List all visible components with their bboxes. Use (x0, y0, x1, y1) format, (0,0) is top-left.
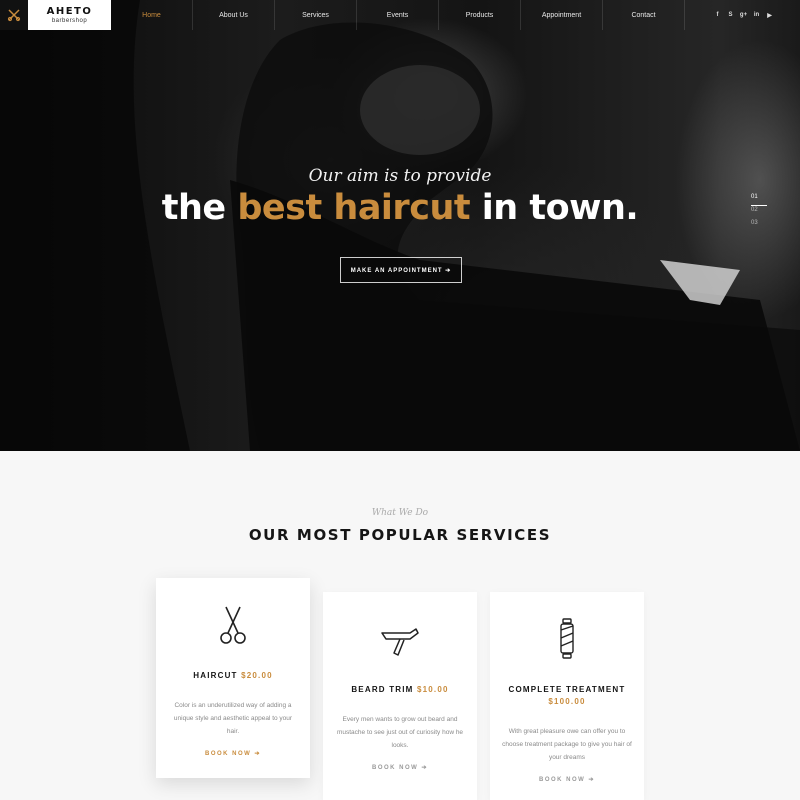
slide-indicator-1[interactable]: 01 (751, 193, 767, 206)
card-title: COMPLETE TREATMENT $100.00 (508, 684, 625, 708)
scissors-icon (220, 606, 246, 644)
card-icon-wrap (218, 604, 248, 646)
card-description: With great pleasure owe can offer you to… (502, 728, 632, 761)
logo-mark[interactable] (0, 0, 28, 30)
card-price: $20.00 (241, 671, 273, 680)
hero-tagline: Our aim is to provide (308, 166, 492, 186)
card-icon-wrap (380, 618, 420, 660)
service-card-beard-trim[interactable]: BEARD TRIM $10.00 Every men wants to gro… (323, 592, 477, 800)
linkedin-icon[interactable]: in (750, 0, 763, 30)
logo-subtitle: barbershop (51, 17, 88, 24)
slider-pagination: 01 02 03 (751, 193, 767, 232)
card-title: BEARD TRIM $10.00 (351, 684, 448, 696)
skype-icon[interactable]: S (724, 0, 737, 30)
services-title: OUR MOST POPULAR SERVICES (248, 526, 552, 544)
book-now-link[interactable]: BOOK NOW ➔ (205, 750, 261, 757)
nav-item-events[interactable]: Events (357, 0, 439, 30)
hero-section: AHETO barbershop Home About Us Services … (0, 0, 800, 451)
main-nav: Home About Us Services Events Products A… (111, 0, 685, 30)
card-title-text: HAIRCUT (193, 671, 238, 680)
barber-pole-icon (560, 618, 574, 659)
nav-item-contact[interactable]: Contact (603, 0, 685, 30)
logo[interactable]: AHETO barbershop (28, 0, 111, 30)
youtube-icon[interactable]: ▶ (763, 0, 776, 30)
card-title-text: COMPLETE TREATMENT (508, 685, 626, 694)
google-plus-icon[interactable]: g+ (737, 0, 750, 30)
card-title-text: BEARD TRIM (351, 685, 414, 694)
card-description: Color is an underutilized way of adding … (173, 702, 293, 735)
card-price: $100.00 (548, 697, 586, 706)
book-now-link[interactable]: BOOK NOW ➔ (372, 764, 428, 771)
headline-start: the (161, 188, 238, 228)
services-kicker: What We Do (371, 508, 429, 518)
nav-item-appointment[interactable]: Appointment (521, 0, 603, 30)
social-links: f S g+ in ▶ (685, 0, 776, 30)
hero-headline: the best haircut in town. (0, 188, 800, 228)
slide-indicator-3[interactable]: 03 (751, 219, 767, 232)
headline-accent: best haircut (237, 188, 471, 228)
service-card-complete-treatment[interactable]: COMPLETE TREATMENT $100.00 With great ple… (490, 592, 644, 800)
service-card-haircut[interactable]: HAIRCUT $20.00 Color is an underutilized… (156, 578, 310, 778)
nav-item-about-us[interactable]: About Us (193, 0, 275, 30)
card-title: HAIRCUT $20.00 (193, 670, 273, 682)
straight-razor-icon (381, 628, 419, 656)
card-price: $10.00 (416, 685, 449, 694)
nav-item-services[interactable]: Services (275, 0, 357, 30)
slide-indicator-2[interactable]: 02 (751, 206, 767, 219)
card-description: Every men wants to grow out beard and mu… (336, 716, 464, 749)
scissors-icon (7, 9, 21, 22)
facebook-icon[interactable]: f (711, 0, 724, 30)
headline-end: in town. (470, 188, 639, 228)
logo-name: AHETO (46, 5, 93, 17)
top-navigation: AHETO barbershop Home About Us Services … (0, 0, 800, 30)
make-appointment-button[interactable]: MAKE AN APPOINTMENT ➔ (340, 257, 462, 283)
nav-item-products[interactable]: Products (439, 0, 521, 30)
book-now-link[interactable]: BOOK NOW ➔ (539, 776, 595, 783)
card-icon-wrap (557, 618, 577, 660)
nav-item-home[interactable]: Home (111, 0, 193, 30)
